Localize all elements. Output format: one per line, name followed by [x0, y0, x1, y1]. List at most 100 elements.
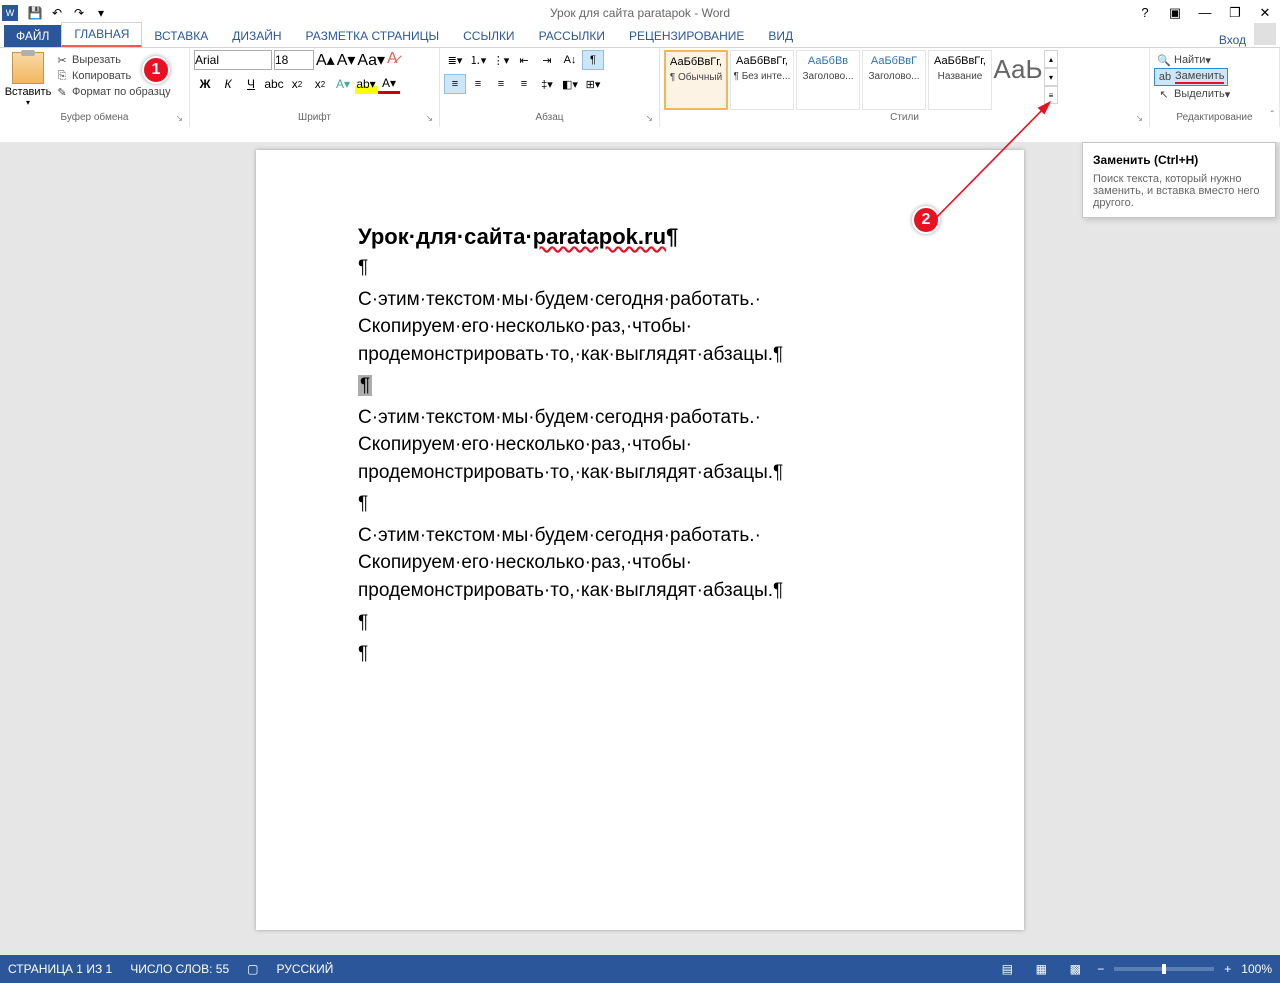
italic-button[interactable]: К — [217, 74, 239, 94]
callout-1: 1 — [142, 56, 170, 84]
empty-para: ¶ — [358, 640, 922, 668]
doc-title: Урок·для·сайта·paratapok.ru¶ — [358, 224, 922, 250]
tab-references[interactable]: ССЫЛКИ — [451, 25, 526, 47]
style-gallery: АаБбВвГг,¶ Обычный АаБбВвГг,¶ Без инте..… — [664, 50, 1044, 110]
group-font-label: Шрифт — [298, 112, 331, 123]
subscript-button[interactable]: x2 — [286, 74, 308, 94]
font-name-input[interactable] — [194, 50, 272, 70]
shrink-font-icon[interactable]: A▾ — [337, 50, 356, 70]
minimize-icon[interactable]: — — [1190, 1, 1220, 25]
status-words[interactable]: ЧИСЛО СЛОВ: 55 — [130, 962, 229, 976]
align-center-icon[interactable]: ≡ — [467, 74, 489, 94]
status-lang[interactable]: РУССКИЙ — [276, 962, 333, 976]
bold-button[interactable]: Ж — [194, 74, 216, 94]
launcher-icon[interactable]: ↘ — [425, 113, 433, 124]
borders-icon[interactable]: ⊞▾ — [582, 74, 604, 94]
empty-para-selected: ¶ — [358, 372, 922, 400]
body-para: С·этим·текстом·мы·будем·сегодня·работать… — [358, 522, 922, 605]
web-layout-icon[interactable]: ▩ — [1063, 959, 1087, 979]
cursor-icon: ↖ — [1157, 87, 1171, 101]
numbering-icon[interactable]: ⒈▾ — [467, 50, 489, 70]
superscript-button[interactable]: x2 — [309, 74, 331, 94]
avatar[interactable] — [1254, 23, 1276, 45]
proofing-icon[interactable]: ▢ — [247, 962, 258, 976]
tab-layout[interactable]: РАЗМЕТКА СТРАНИЦЫ — [294, 25, 452, 47]
highlight-icon[interactable]: ab▾ — [355, 74, 377, 94]
dec-indent-icon[interactable]: ⇤ — [513, 50, 535, 70]
tab-view[interactable]: ВИД — [756, 25, 805, 47]
group-editing: 🔍Найти▾ abЗаменить ↖Выделить▾ Редактиров… — [1150, 48, 1280, 127]
style-normal[interactable]: АаБбВвГг,¶ Обычный — [664, 50, 728, 110]
strike-button[interactable]: abc — [263, 74, 285, 94]
styles-expand-icon[interactable]: ≡ — [1044, 86, 1058, 104]
qat-dropdown-icon[interactable]: ▾ — [90, 2, 112, 24]
restore-icon[interactable]: ❐ — [1220, 1, 1250, 25]
show-marks-icon[interactable]: ¶ — [582, 50, 604, 70]
change-case-icon[interactable]: Aa▾ — [357, 50, 385, 70]
select-button[interactable]: ↖Выделить▾ — [1154, 86, 1233, 102]
print-layout-icon[interactable]: ▦ — [1029, 959, 1053, 979]
style-more-preview: АаЬ — [994, 50, 1042, 110]
status-page[interactable]: СТРАНИЦА 1 ИЗ 1 — [8, 962, 112, 976]
underline-button[interactable]: Ч — [240, 74, 262, 94]
scroll-down-icon[interactable]: ▾ — [1044, 68, 1058, 86]
tab-review[interactable]: РЕЦЕНЗИРОВАНИЕ — [617, 25, 756, 47]
collapse-ribbon-icon[interactable]: ˆ — [1271, 110, 1274, 121]
paste-button[interactable]: Вставить ▾ — [4, 50, 52, 109]
justify-icon[interactable]: ≡ — [513, 74, 535, 94]
replace-icon: ab — [1158, 70, 1172, 84]
tab-home[interactable]: ГЛАВНАЯ — [61, 22, 142, 47]
style-title[interactable]: АаБбВвГг,Название — [928, 50, 992, 110]
tab-file[interactable]: ФАЙЛ — [4, 25, 61, 47]
ribbon-tabs: ФАЙЛ ГЛАВНАЯ ВСТАВКА ДИЗАЙН РАЗМЕТКА СТР… — [0, 25, 1280, 47]
sort-icon[interactable]: A↓ — [559, 50, 581, 70]
zoom-value[interactable]: 100% — [1241, 962, 1272, 976]
tab-insert[interactable]: ВСТАВКА — [142, 25, 220, 47]
style-heading1[interactable]: АаБбВвЗаголово... — [796, 50, 860, 110]
read-mode-icon[interactable]: ▤ — [995, 959, 1019, 979]
page[interactable]: Урок·для·сайта·paratapok.ru¶ ¶ С·этим·те… — [256, 150, 1024, 930]
text-effects-icon[interactable]: A▾ — [332, 74, 354, 94]
scissors-icon: ✂ — [55, 53, 69, 67]
font-color-icon[interactable]: A▾ — [378, 74, 400, 94]
body-para: С·этим·текстом·мы·будем·сегодня·работать… — [358, 404, 922, 487]
style-heading2[interactable]: АаБбВвГЗаголово... — [862, 50, 926, 110]
binoculars-icon: 🔍 — [1157, 53, 1171, 67]
grow-font-icon[interactable]: A▴ — [316, 50, 335, 70]
align-left-icon[interactable]: ≡ — [444, 74, 466, 94]
line-spacing-icon[interactable]: ‡▾ — [536, 74, 558, 94]
replace-button[interactable]: abЗаменить — [1154, 68, 1228, 86]
save-icon[interactable]: 💾 — [24, 2, 46, 24]
tab-mailings[interactable]: РАССЫЛКИ — [527, 25, 617, 47]
launcher-icon[interactable]: ↘ — [645, 113, 653, 124]
align-right-icon[interactable]: ≡ — [490, 74, 512, 94]
zoom-in-icon[interactable]: + — [1224, 962, 1231, 976]
font-size-input[interactable] — [274, 50, 314, 70]
style-nospacing[interactable]: АаБбВвГг,¶ Без инте... — [730, 50, 794, 110]
redo-icon[interactable]: ↷ — [68, 2, 90, 24]
copy-icon: ⎘ — [55, 69, 69, 83]
close-icon[interactable]: ✕ — [1250, 1, 1280, 25]
format-painter-button[interactable]: ✎Формат по образцу — [52, 84, 174, 100]
tab-design[interactable]: ДИЗАЙН — [220, 25, 293, 47]
document-area: Урок·для·сайта·paratapok.ru¶ ¶ С·этим·те… — [0, 142, 1280, 955]
shading-icon[interactable]: ◧▾ — [559, 74, 581, 94]
help-icon[interactable]: ? — [1130, 1, 1160, 25]
multilevel-icon[interactable]: ⋮▾ — [490, 50, 512, 70]
zoom-slider[interactable] — [1114, 967, 1214, 971]
bullets-icon[interactable]: ≣▾ — [444, 50, 466, 70]
find-button[interactable]: 🔍Найти▾ — [1154, 52, 1214, 68]
launcher-icon[interactable]: ↘ — [1135, 113, 1143, 124]
login-link[interactable]: Вход — [1219, 33, 1246, 47]
group-font: A▴ A▾ Aa▾ A̷ Ж К Ч abc x2 x2 A▾ ab▾ A▾ Ш… — [190, 48, 440, 127]
group-clipboard-label: Буфер обмена — [61, 112, 129, 123]
clear-format-icon[interactable]: A̷ — [387, 50, 398, 70]
zoom-out-icon[interactable]: − — [1097, 962, 1104, 976]
undo-icon[interactable]: ↶ — [46, 2, 68, 24]
ribbon-options-icon[interactable]: ▣ — [1160, 1, 1190, 25]
inc-indent-icon[interactable]: ⇥ — [536, 50, 558, 70]
launcher-icon[interactable]: ↘ — [175, 113, 183, 124]
window-controls: ? ▣ — ❐ ✕ — [1130, 1, 1280, 25]
scroll-up-icon[interactable]: ▴ — [1044, 50, 1058, 68]
style-scroll: ▴ ▾ ≡ — [1044, 50, 1058, 104]
